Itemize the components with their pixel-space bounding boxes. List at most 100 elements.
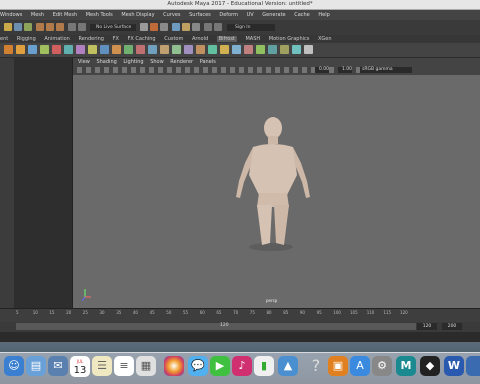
shelf-tool-icon[interactable]: [304, 45, 313, 54]
mail-icon[interactable]: ✉: [48, 356, 68, 376]
range-slider-bar[interactable]: [16, 323, 416, 330]
shelf-tool-icon[interactable]: [100, 45, 109, 54]
app-icon[interactable]: [466, 356, 480, 376]
shelf-tool-icon[interactable]: [268, 45, 277, 54]
viewport-menu-shading[interactable]: Shading: [96, 59, 116, 65]
panel-layout-icon[interactable]: [182, 23, 190, 31]
reminders-icon[interactable]: ≡: [114, 356, 134, 376]
lasso-tool-icon[interactable]: [14, 23, 22, 31]
shelf-tool-icon[interactable]: [28, 45, 37, 54]
shelf-tool-icon[interactable]: [292, 45, 301, 54]
viewport-menu-view[interactable]: View: [78, 59, 90, 65]
live-surface-field[interactable]: No Live Surface: [90, 24, 136, 31]
shelf-tool-icon[interactable]: [88, 45, 97, 54]
menu-deform[interactable]: Deform: [219, 12, 238, 18]
history-icon[interactable]: [68, 23, 76, 31]
menu-edit-mesh[interactable]: Edit Mesh: [53, 12, 77, 18]
command-line[interactable]: [0, 332, 480, 342]
viewport-menu-panels[interactable]: Panels: [200, 59, 216, 65]
shelf-tool-icon[interactable]: [76, 45, 85, 54]
menu-cache[interactable]: Cache: [294, 12, 310, 18]
shelf-tool-icon[interactable]: [40, 45, 49, 54]
snap-point-icon[interactable]: [56, 23, 64, 31]
hypershade-icon[interactable]: [172, 23, 180, 31]
snap-curve-icon[interactable]: [46, 23, 54, 31]
menu-uv[interactable]: UV: [247, 12, 254, 18]
facetime-icon[interactable]: ▶: [210, 356, 230, 376]
ipr-render-icon[interactable]: [150, 23, 158, 31]
menu-mesh-tools[interactable]: Mesh Tools: [86, 12, 113, 18]
tab-fx[interactable]: FX: [113, 36, 119, 42]
tab-curves[interactable]: ent: [0, 36, 8, 42]
tab-rigging[interactable]: Rigging: [17, 36, 36, 42]
shelf-tool-icon[interactable]: [232, 45, 241, 54]
messages-icon[interactable]: 💬: [188, 356, 208, 376]
exposure-field[interactable]: 0.00: [315, 67, 329, 73]
menu-surfaces[interactable]: Surfaces: [189, 12, 211, 18]
shelf-tool-icon[interactable]: [160, 45, 169, 54]
shelf-tool-icon[interactable]: [220, 45, 229, 54]
color-space-select[interactable]: sRGB gamma: [360, 67, 412, 73]
menu-windows[interactable]: Windows: [0, 12, 22, 18]
select-tool-icon[interactable]: [4, 23, 12, 31]
tab-rendering[interactable]: Rendering: [78, 36, 104, 42]
shelf-tool-icon[interactable]: [52, 45, 61, 54]
notes-icon[interactable]: ☰: [92, 356, 112, 376]
numbers-icon[interactable]: ▮: [254, 356, 274, 376]
start-frame-field[interactable]: 120: [417, 323, 437, 330]
shelf-tool-icon[interactable]: [196, 45, 205, 54]
viewport-menu-show[interactable]: Show: [150, 59, 164, 65]
ibooks-icon[interactable]: ▣: [328, 356, 348, 376]
viewport[interactable]: [73, 75, 480, 308]
unity-icon[interactable]: ◆: [420, 356, 440, 376]
shelf-tool-icon[interactable]: [280, 45, 289, 54]
help-icon[interactable]: ?: [306, 356, 326, 376]
tab-animation[interactable]: Animation: [44, 36, 70, 42]
render-icon[interactable]: [140, 23, 148, 31]
tab-motion-graphics[interactable]: Motion Graphics: [269, 36, 310, 42]
viewport-tool-icons[interactable]: [77, 67, 377, 73]
system-preferences-icon[interactable]: ⚙: [372, 356, 392, 376]
shelf-tool-icon[interactable]: [208, 45, 217, 54]
shelf-tool-icon[interactable]: [112, 45, 121, 54]
shelf-tool-icon[interactable]: [64, 45, 73, 54]
shelf-tool-icon[interactable]: [136, 45, 145, 54]
shelf-tool-icon[interactable]: [256, 45, 265, 54]
shelf-menu-icon[interactable]: [4, 45, 13, 54]
render-settings-icon[interactable]: [160, 23, 168, 31]
menu-generate[interactable]: Generate: [262, 12, 285, 18]
gamma-field[interactable]: 1.00: [338, 67, 352, 73]
shelf-tool-icon[interactable]: [184, 45, 193, 54]
viewport-menu-lighting[interactable]: Lighting: [123, 59, 143, 65]
toggle-panel-icon[interactable]: [192, 23, 200, 31]
keynote-icon[interactable]: ▲: [278, 356, 298, 376]
viewport-menu-renderer[interactable]: Renderer: [170, 59, 193, 65]
end-frame-field[interactable]: 200: [442, 323, 462, 330]
toggle-attribute-icon[interactable]: [204, 23, 212, 31]
app-store-icon[interactable]: A: [350, 356, 370, 376]
photo-booth-icon[interactable]: ▦: [136, 356, 156, 376]
preview-icon[interactable]: ▤: [26, 356, 46, 376]
menu-curves[interactable]: Curves: [163, 12, 180, 18]
tab-fx-caching[interactable]: FX Caching: [128, 36, 156, 42]
shelf-tool-icon[interactable]: [148, 45, 157, 54]
shelf-tool-icon[interactable]: [16, 45, 25, 54]
sign-in-button[interactable]: Sign In: [227, 24, 275, 31]
shelf-tool-icon[interactable]: [244, 45, 253, 54]
construction-icon[interactable]: [78, 23, 86, 31]
menu-mesh-display[interactable]: Mesh Display: [121, 12, 154, 18]
maya-icon[interactable]: M: [396, 356, 416, 376]
tab-xgen[interactable]: XGen: [318, 36, 332, 42]
toggle-channel-icon[interactable]: [214, 23, 222, 31]
itunes-icon[interactable]: ♪: [232, 356, 252, 376]
paint-tool-icon[interactable]: [24, 23, 32, 31]
shelf-tool-icon[interactable]: [124, 45, 133, 54]
time-slider[interactable]: 5 10 15 20 25 30 35 40 45 50 55 60 65 70 75 80 85 90 95 100…: [0, 308, 480, 322]
calendar-icon[interactable]: JUL 13: [70, 356, 90, 377]
menu-help[interactable]: Help: [318, 12, 329, 18]
tab-mash[interactable]: MASH: [245, 36, 260, 42]
tab-arnold[interactable]: Arnold: [192, 36, 208, 42]
photos-icon[interactable]: [164, 356, 184, 376]
menu-mesh[interactable]: Mesh: [31, 12, 44, 18]
snap-grid-icon[interactable]: [36, 23, 44, 31]
